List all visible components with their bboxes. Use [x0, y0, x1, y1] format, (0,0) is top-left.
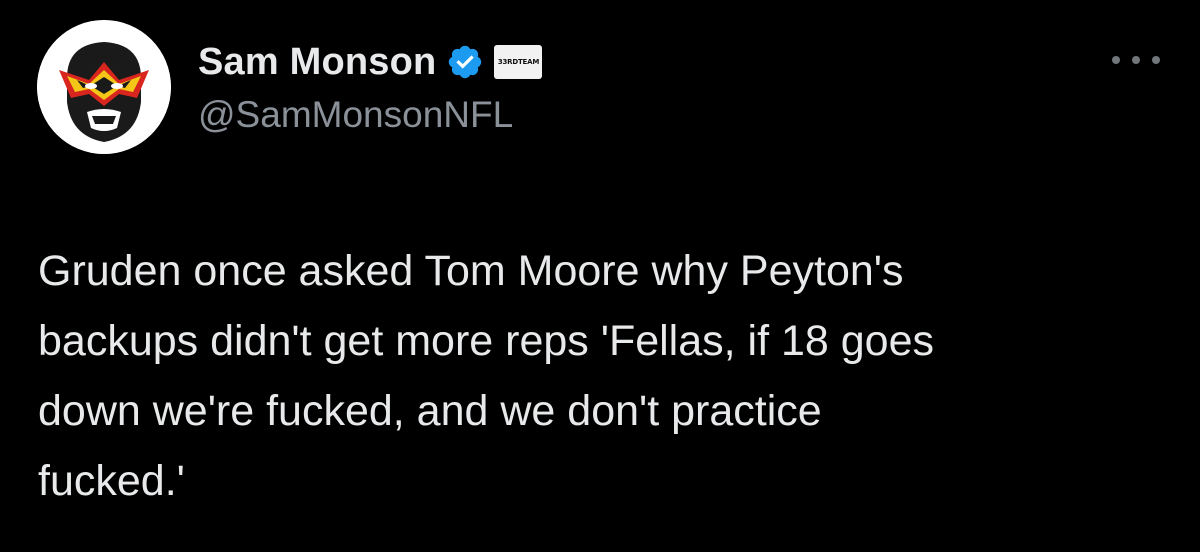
avatar[interactable] [37, 20, 171, 154]
avatar-face-paint-icon [37, 20, 171, 154]
affiliation-badge-label: 33RDTEAM [497, 58, 540, 66]
tweet-text: Gruden once asked Tom Moore why Peyton's… [38, 247, 935, 505]
author-handle[interactable]: @SamMonsonNFL [198, 94, 513, 136]
more-dot [1112, 56, 1120, 64]
affiliation-badge[interactable]: 33RDTEAM [494, 45, 543, 79]
more-dot [1152, 56, 1160, 64]
tweet-card: Sam Monson 33RDTEAM @SamMonsonNFL Gruden… [0, 0, 1200, 552]
more-dot [1132, 56, 1140, 64]
author-display-name[interactable]: Sam Monson [198, 41, 436, 84]
more-options-icon[interactable] [1112, 46, 1160, 74]
author-name-row: Sam Monson 33RDTEAM [198, 38, 543, 86]
verified-badge-icon[interactable] [446, 43, 484, 81]
